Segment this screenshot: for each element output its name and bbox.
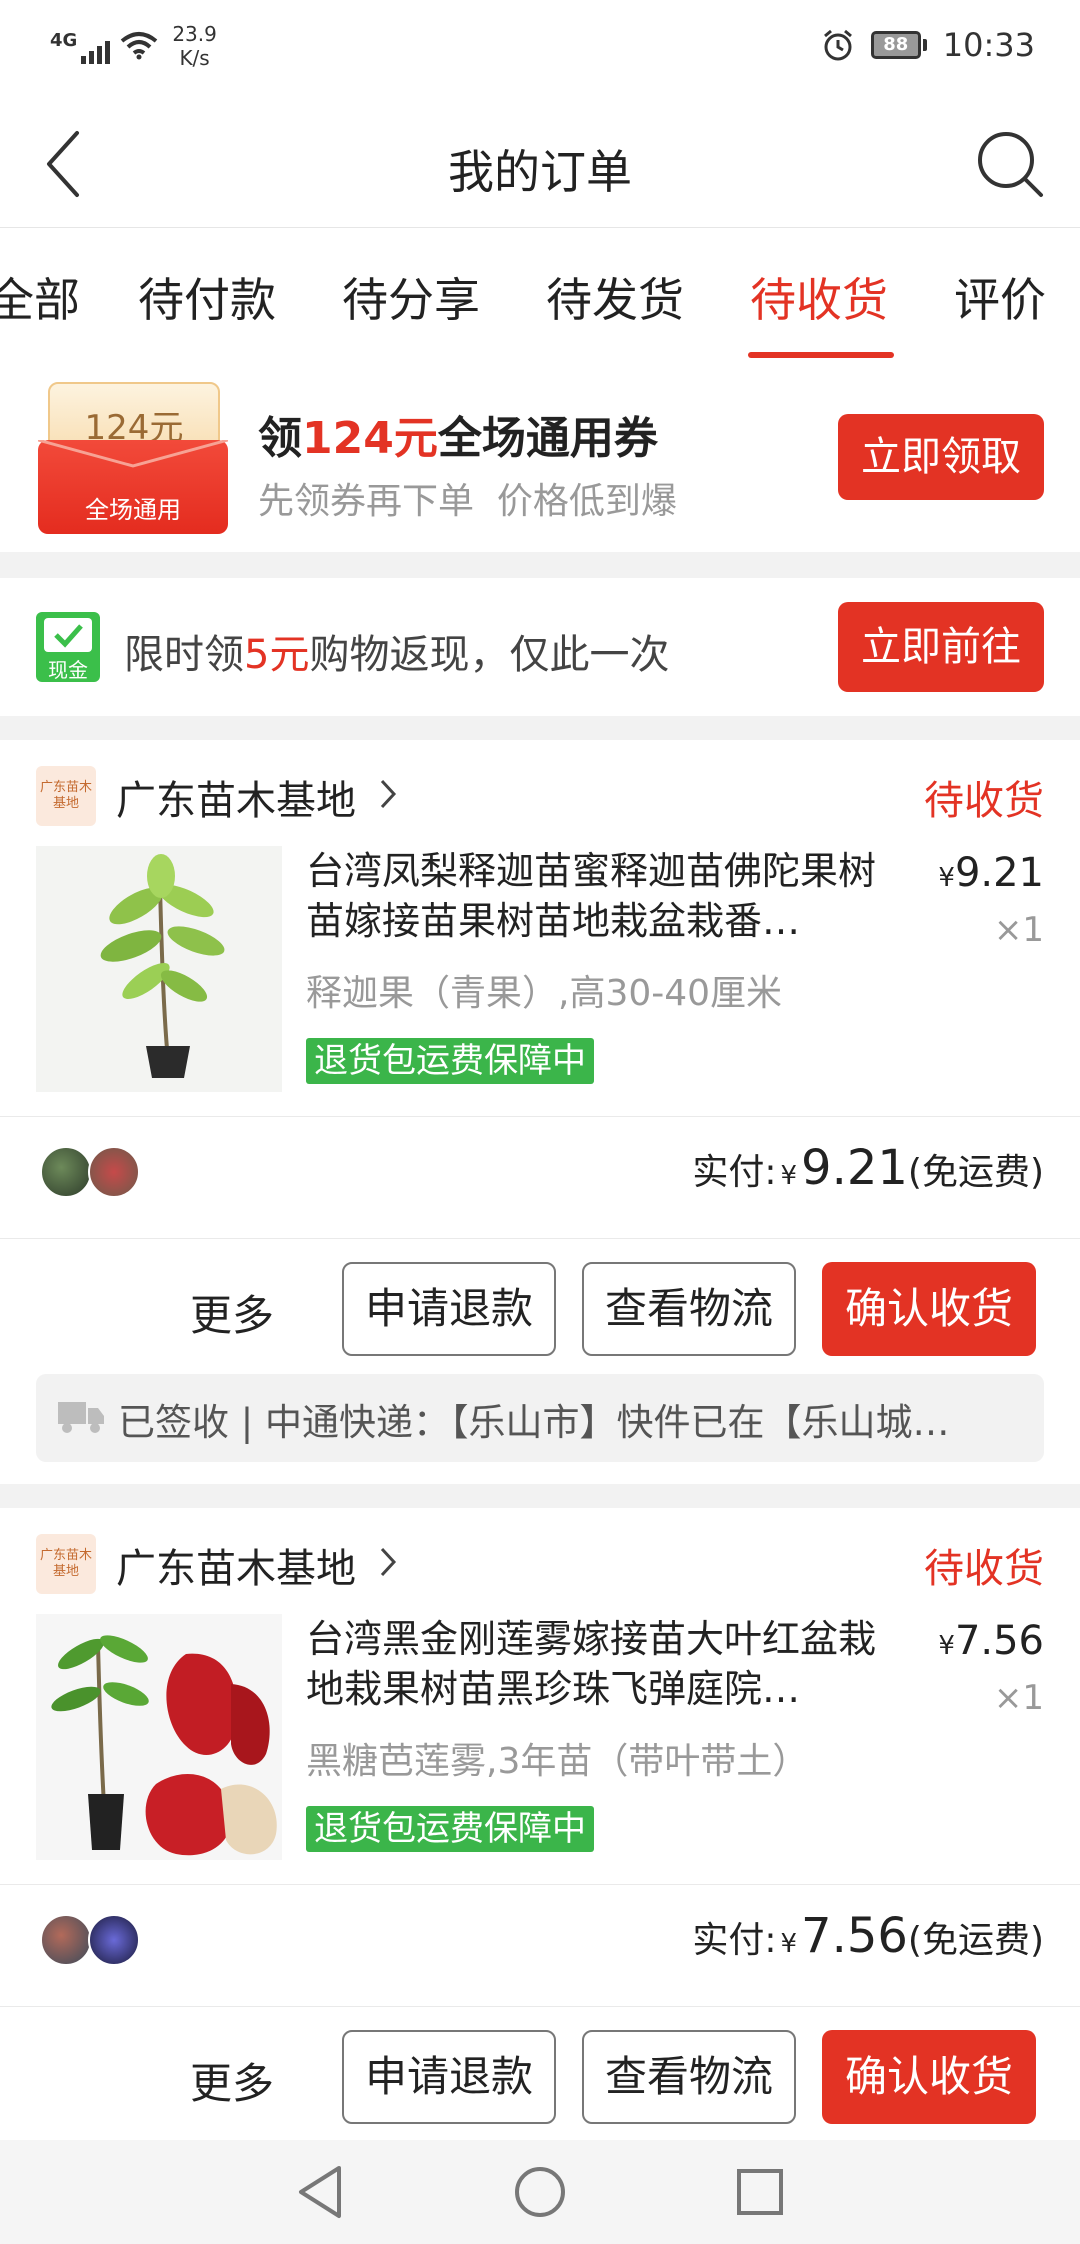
tab-review[interactable]: 评价 bbox=[954, 264, 1046, 330]
tab-active-indicator bbox=[748, 352, 894, 358]
square-recents-icon bbox=[737, 2169, 783, 2215]
status-right: 88 10:33 bbox=[821, 26, 1035, 64]
product-price: ¥9.21 bbox=[938, 850, 1044, 896]
product-image[interactable] bbox=[36, 846, 282, 1092]
return-shipping-guarantee-badge: 退货包运费保障中 bbox=[306, 1038, 594, 1084]
triangle-back-icon bbox=[299, 2166, 341, 2218]
coupon-banner[interactable]: 124元 全场通用 领124元全场通用券 先领券再下单 价格低到爆 立即领取 bbox=[0, 360, 1080, 552]
tab-pending-share[interactable]: 待分享 bbox=[342, 264, 480, 330]
shop-row[interactable]: 广东苗木基地 广东苗木基地 待收货 bbox=[0, 762, 1080, 832]
return-shipping-guarantee-badge: 退货包运费保障中 bbox=[306, 1806, 594, 1852]
avatar bbox=[40, 1914, 92, 1966]
request-refund-button[interactable]: 申请退款 bbox=[342, 2030, 556, 2124]
signal-icon bbox=[81, 36, 111, 64]
order-status: 待收货 bbox=[924, 1546, 1044, 1592]
avatar bbox=[88, 1914, 140, 1966]
tab-pending-payment[interactable]: 待付款 bbox=[138, 264, 276, 330]
cashback-text: 限时领5元购物返现，仅此一次 bbox=[124, 632, 670, 678]
network-type: 4G bbox=[50, 30, 78, 51]
nav-recents-button[interactable] bbox=[720, 2152, 800, 2232]
logistics-status-text: 已签收 | 中通快递：【乐山市】快件已在【乐山城… bbox=[118, 1401, 950, 1444]
more-button[interactable]: 更多 bbox=[190, 1282, 274, 1343]
search-icon bbox=[978, 132, 1043, 197]
claim-coupon-button[interactable]: 立即领取 bbox=[838, 414, 1044, 500]
product-price: ¥7.56 bbox=[938, 1618, 1044, 1664]
avatar bbox=[88, 1146, 140, 1198]
search-button[interactable] bbox=[970, 124, 1050, 204]
net-speed: 23.9 K/s bbox=[172, 22, 217, 70]
clock: 10:33 bbox=[942, 26, 1035, 64]
paid-amount: 实付: ¥9.21 (免运费) bbox=[692, 1140, 1044, 1196]
group-avatars bbox=[40, 1146, 140, 1198]
logistics-info[interactable]: 已签收 | 中通快递：【乐山市】快件已在【乐山城… bbox=[36, 1374, 1044, 1462]
shop-logo: 广东苗木基地 bbox=[36, 766, 96, 826]
nav-header: 我的订单 bbox=[0, 100, 1080, 228]
cashback-banner[interactable]: 现金 限时领5元购物返现，仅此一次 立即前往 bbox=[0, 578, 1080, 716]
alarm-icon bbox=[823, 29, 852, 61]
page-title: 我的订单 bbox=[448, 145, 632, 199]
request-refund-button[interactable]: 申请退款 bbox=[342, 1262, 556, 1356]
truck-icon bbox=[58, 1402, 104, 1433]
product-title[interactable]: 台湾黑金刚莲雾嫁接苗大叶红盆栽地栽果树苗黑珍珠飞弹庭院… bbox=[306, 1614, 906, 1714]
cash-check-icon: 现金 bbox=[36, 612, 100, 682]
status-bar: 4G 23.9 K/s 88 10:33 bbox=[0, 0, 1080, 100]
group-avatars bbox=[40, 1914, 140, 1966]
avatar bbox=[40, 1146, 92, 1198]
go-now-button[interactable]: 立即前往 bbox=[838, 602, 1044, 692]
tab-pending-shipment[interactable]: 待发货 bbox=[546, 264, 684, 330]
coupon-ticket-label: 全场通用 bbox=[85, 496, 181, 524]
coupon-subtitle: 先领券再下单 价格低到爆 bbox=[258, 481, 677, 522]
product-image[interactable] bbox=[36, 1614, 282, 1860]
nav-home-button[interactable] bbox=[500, 2152, 580, 2232]
order-card: 广东苗木基地 广东苗木基地 待收货 台湾凤梨释迦苗蜜释迦苗佛陀果树苗嫁接苗果树苗… bbox=[0, 740, 1080, 1484]
tab-pending-receipt[interactable]: 待收货 bbox=[750, 264, 888, 330]
battery-level: 88 bbox=[870, 31, 921, 59]
wifi-icon bbox=[121, 32, 158, 60]
order-card: 广东苗木基地 广东苗木基地 待收货 台湾黑金刚莲雾嫁接苗大叶红盆栽地栽果树苗黑珍… bbox=[0, 1508, 1080, 2244]
product-title[interactable]: 台湾凤梨释迦苗蜜释迦苗佛陀果树苗嫁接苗果树苗地栽盆栽番… bbox=[306, 846, 906, 946]
confirm-receipt-button[interactable]: 确认收货 bbox=[822, 1262, 1036, 1356]
shop-row[interactable]: 广东苗木基地 广东苗木基地 待收货 bbox=[0, 1530, 1080, 1600]
view-logistics-button[interactable]: 查看物流 bbox=[582, 1262, 796, 1356]
chevron-right-icon bbox=[380, 779, 397, 809]
paid-amount: 实付: ¥7.56 (免运费) bbox=[692, 1908, 1044, 1964]
confirm-receipt-button[interactable]: 确认收货 bbox=[822, 2030, 1036, 2124]
status-left: 4G 23.9 K/s bbox=[50, 22, 217, 70]
tab-all[interactable]: 全部 bbox=[0, 264, 80, 330]
coupon-title: 领124元全场通用券 bbox=[258, 413, 658, 464]
view-logistics-button[interactable]: 查看物流 bbox=[582, 2030, 796, 2124]
shop-logo: 广东苗木基地 bbox=[36, 1534, 96, 1594]
product-spec: 释迦果（青果）,高30-40厘米 bbox=[306, 973, 783, 1014]
order-tabs: 全部 待付款 待分享 待发货 待收货 评价 bbox=[0, 228, 1080, 360]
chevron-right-icon bbox=[380, 1547, 397, 1577]
nav-back-button[interactable] bbox=[280, 2152, 360, 2232]
order-status: 待收货 bbox=[924, 778, 1044, 824]
product-quantity: ×1 bbox=[993, 910, 1044, 950]
more-button[interactable]: 更多 bbox=[190, 2050, 274, 2111]
product-spec: 黑糖芭莲雾,3年苗（带叶带土） bbox=[306, 1741, 809, 1782]
coupon-ticket-icon: 124元 全场通用 bbox=[38, 382, 228, 534]
shop-name[interactable]: 广东苗木基地 bbox=[116, 1536, 356, 1594]
product-quantity: ×1 bbox=[993, 1678, 1044, 1718]
shop-name[interactable]: 广东苗木基地 bbox=[116, 768, 356, 826]
system-nav-bar bbox=[0, 2140, 1080, 2244]
battery-icon: 88 bbox=[870, 31, 927, 59]
circle-home-icon bbox=[515, 2167, 565, 2217]
